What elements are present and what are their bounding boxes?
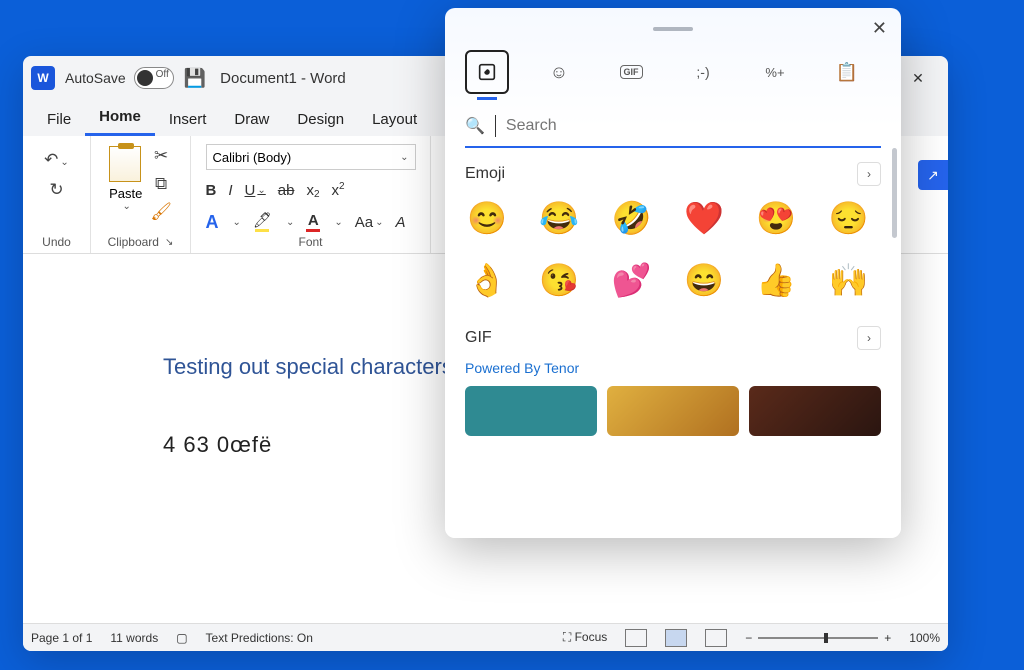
autosave-control[interactable]: AutoSave Off (65, 67, 174, 89)
emoji-smiling-blush[interactable]: 😊 (465, 196, 509, 240)
gif-row (465, 386, 881, 436)
spellcheck-icon[interactable]: ▢ (176, 631, 187, 645)
format-painter-icon[interactable]: 🖌 (150, 202, 172, 222)
emoji-tab-symbols[interactable]: %+ (753, 50, 797, 94)
emoji-kissing-heart[interactable]: 😘 (537, 258, 581, 302)
emoji-grid: 😊 😂 🤣 ❤️ 😍 😔 👌 😘 💕 😄 👍 🙌 (465, 196, 881, 302)
emoji-panel-tabs: ☺ GIF ;-) %+ 📋 (445, 50, 901, 106)
italic-button[interactable]: I (228, 182, 232, 199)
text-cursor-icon (495, 115, 496, 137)
close-button[interactable]: ✕ (896, 56, 940, 100)
emoji-panel-body: Emoji › 😊 😂 🤣 ❤️ 😍 😔 👌 😘 💕 😄 👍 🙌 GIF › Powered By T… (445, 148, 901, 538)
change-case-button[interactable]: Aa⌄ (355, 214, 384, 231)
gif-section-title: GIF (465, 329, 492, 347)
copy-icon[interactable]: ⧉ (155, 174, 167, 194)
zoom-out-button[interactable]: − (745, 631, 752, 645)
emoji-raising-hands[interactable]: 🙌 (827, 258, 871, 302)
emoji-tab-emoji[interactable]: ☺ (537, 50, 581, 94)
clear-format-button[interactable]: A (395, 214, 405, 231)
emoji-heart-eyes[interactable]: 😍 (754, 196, 798, 240)
gif-thumb[interactable] (465, 386, 597, 436)
text-effects-button[interactable]: A (206, 213, 219, 231)
focus-mode-button[interactable]: ⛶ Focus (563, 630, 607, 645)
word-logo-icon: W (31, 66, 55, 90)
undo-button[interactable]: ↶⌄ (44, 150, 69, 170)
emoji-panel: ✕ ☺ GIF ;-) %+ 📋 🔍 Emoji › 😊 😂 🤣 ❤️ 😍 😔 👌 😘 💕 😄 👍 🙌… (445, 8, 901, 538)
status-predictions[interactable]: Text Predictions: On (206, 631, 313, 645)
save-icon[interactable]: 💾 (184, 68, 206, 89)
emoji-tears-of-joy[interactable]: 😂 (537, 196, 581, 240)
font-name-select[interactable]: Calibri (Body)⌄ (206, 144, 416, 170)
paste-icon[interactable] (109, 146, 141, 182)
zoom-control[interactable]: − + (745, 631, 891, 645)
zoom-in-button[interactable]: + (884, 631, 891, 645)
ribbon-group-font: Calibri (Body)⌄ B I U⌄ ab x2 x2 A⌄ 🖊⌄ A⌄… (191, 136, 431, 253)
emoji-two-hearts[interactable]: 💕 (610, 258, 654, 302)
autosave-toggle[interactable]: Off (134, 67, 174, 89)
emoji-scrollbar[interactable] (892, 148, 897, 238)
document-title: Document1 - Word (220, 70, 346, 87)
tab-design[interactable]: Design (283, 103, 358, 136)
cut-icon[interactable]: ✂ (154, 146, 168, 166)
drag-handle-icon[interactable] (653, 27, 693, 31)
zoom-level[interactable]: 100% (909, 631, 940, 645)
emoji-pensive[interactable]: 😔 (827, 196, 871, 240)
emoji-tab-gif[interactable]: GIF (609, 50, 653, 94)
underline-button[interactable]: U⌄ (245, 182, 266, 199)
gif-thumb[interactable] (607, 386, 739, 436)
emoji-section-expand[interactable]: › (857, 162, 881, 186)
autosave-label: AutoSave (65, 70, 126, 86)
highlight-button[interactable]: 🖊 (253, 213, 272, 232)
emoji-panel-titlebar[interactable]: ✕ (445, 8, 901, 50)
emoji-ok-hand[interactable]: 👌 (465, 258, 509, 302)
gif-credit: Powered By Tenor (465, 360, 881, 376)
emoji-red-heart[interactable]: ❤️ (682, 196, 726, 240)
bold-button[interactable]: B (206, 182, 217, 199)
tab-file[interactable]: File (33, 103, 85, 136)
font-color-button[interactable]: A (306, 213, 320, 232)
gif-section-expand[interactable]: › (857, 326, 881, 350)
paste-button[interactable]: Paste (109, 186, 142, 201)
gif-thumb[interactable] (749, 386, 881, 436)
emoji-tab-clipboard[interactable]: 📋 (825, 50, 869, 94)
share-button[interactable]: ↗ (918, 160, 948, 190)
ribbon-group-undo: ↶⌄ ↻ Undo (23, 136, 91, 253)
emoji-search-input[interactable] (506, 117, 881, 135)
print-layout-button[interactable] (665, 629, 687, 647)
emoji-grinning[interactable]: 😄 (682, 258, 726, 302)
status-bar: Page 1 of 1 11 words ▢ Text Predictions:… (23, 623, 948, 651)
tab-insert[interactable]: Insert (155, 103, 221, 136)
search-icon: 🔍 (465, 116, 485, 136)
tab-layout[interactable]: Layout (358, 103, 431, 136)
status-page[interactable]: Page 1 of 1 (31, 631, 92, 645)
tab-home[interactable]: Home (85, 100, 155, 136)
emoji-tab-recent[interactable] (465, 50, 509, 94)
read-mode-button[interactable] (625, 629, 647, 647)
clipboard-launcher-icon[interactable]: ↘ (165, 237, 173, 248)
superscript-button[interactable]: x2 (332, 182, 345, 199)
emoji-thumbs-up[interactable]: 👍 (754, 258, 798, 302)
strikethrough-button[interactable]: ab (278, 182, 295, 199)
emoji-close-button[interactable]: ✕ (872, 18, 887, 39)
emoji-section-title: Emoji (465, 165, 505, 183)
subscript-button[interactable]: x2 (306, 182, 319, 199)
emoji-rofl[interactable]: 🤣 (610, 196, 654, 240)
status-words[interactable]: 11 words (110, 631, 158, 645)
tab-draw[interactable]: Draw (220, 103, 283, 136)
ribbon-group-clipboard: Paste ⌄ ✂ ⧉ 🖌 Clipboard↘ (91, 136, 191, 253)
redo-button[interactable]: ↻ (49, 180, 63, 200)
emoji-search[interactable]: 🔍 (465, 106, 881, 148)
zoom-slider[interactable] (758, 637, 878, 639)
web-layout-button[interactable] (705, 629, 727, 647)
emoji-tab-kaomoji[interactable]: ;-) (681, 50, 725, 94)
